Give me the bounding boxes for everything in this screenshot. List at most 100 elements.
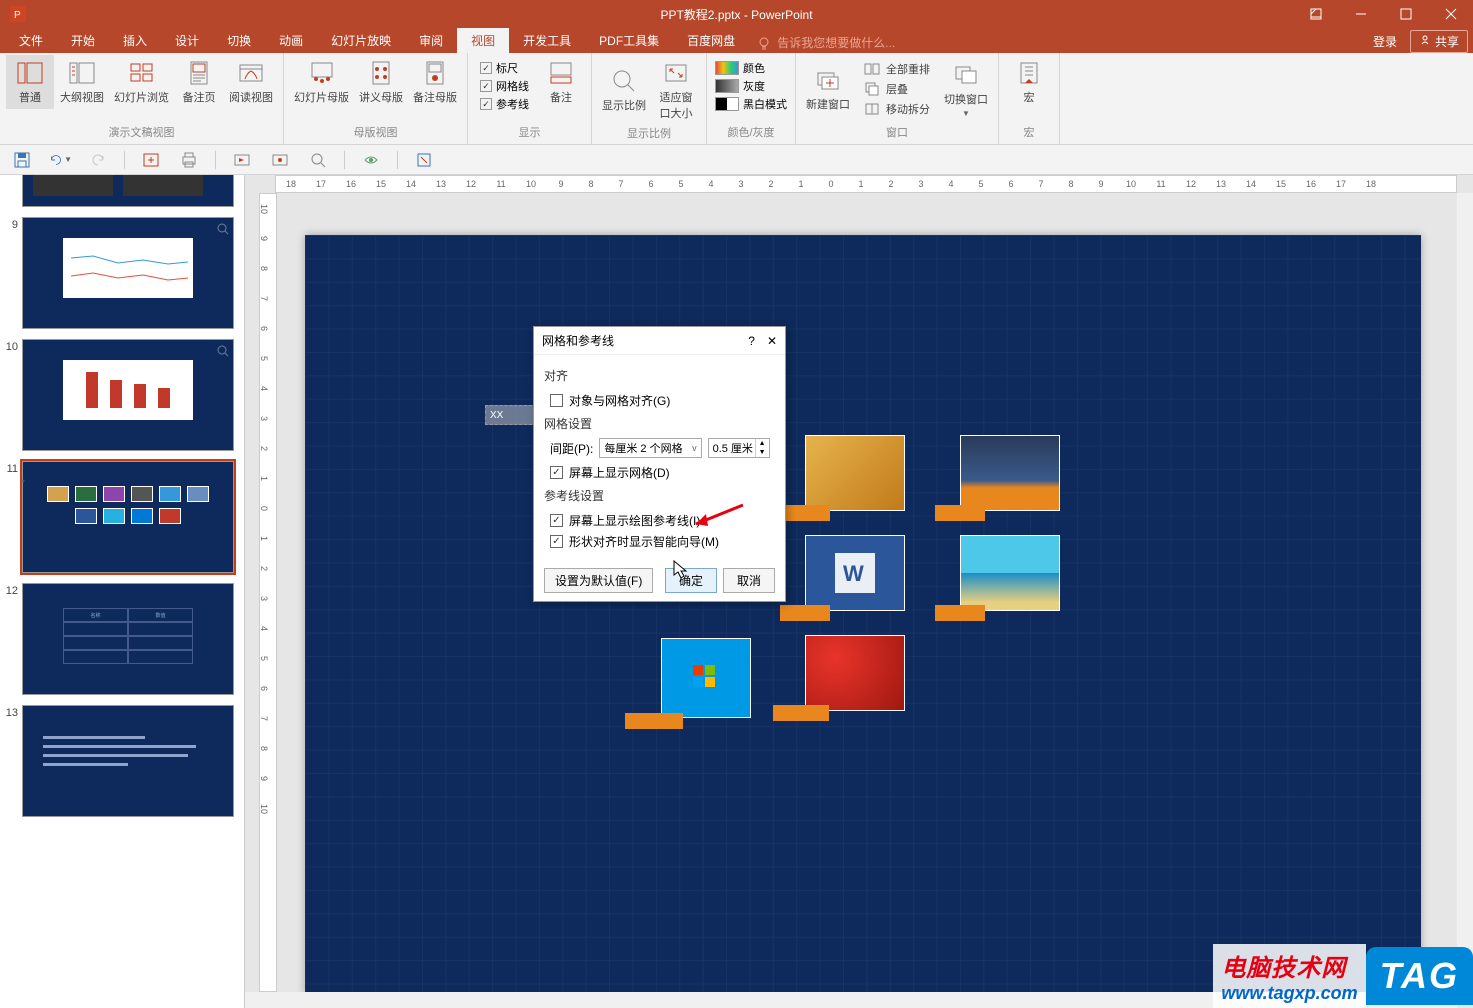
tab-review[interactable]: 审阅	[405, 28, 457, 53]
dialog-titlebar[interactable]: 网格和参考线 ? ✕	[534, 327, 785, 355]
ruler-checkbox[interactable]: ✓标尺	[476, 59, 533, 77]
slide-thumbnail-panel[interactable]: 9 10 11 *	[0, 175, 245, 1008]
notes-page-icon	[185, 59, 213, 87]
undo-button[interactable]: ▼	[48, 148, 72, 172]
tab-transitions[interactable]: 切换	[213, 28, 265, 53]
outline-view-icon	[68, 59, 96, 87]
slide-image-2[interactable]	[960, 435, 1060, 511]
cascade-button[interactable]: 层叠	[858, 79, 936, 99]
slide-image-5[interactable]	[661, 638, 751, 718]
slide-image-1[interactable]	[805, 435, 905, 511]
smart-guides-option[interactable]: ✓ 形状对齐时显示智能向导(M)	[544, 531, 775, 552]
move-split-button[interactable]: 移动拆分	[858, 99, 936, 119]
sorter-view-button[interactable]: 幻灯片浏览	[110, 55, 173, 109]
thumb-chart	[63, 238, 193, 298]
tell-me-search[interactable]: 告诉我您想要做什么...	[749, 32, 903, 53]
cancel-button[interactable]: 取消	[723, 568, 775, 593]
ok-button[interactable]: 确定	[665, 568, 717, 593]
zoom-button[interactable]: 显示比例	[598, 55, 650, 125]
gridlines-checkbox[interactable]: ✓网格线	[476, 77, 533, 95]
qat-separator	[344, 151, 345, 169]
slide-image-6[interactable]	[805, 635, 905, 711]
tab-home[interactable]: 开始	[57, 28, 109, 53]
slide-editor[interactable]: 1817161514131211109876543210123456789101…	[245, 175, 1473, 1008]
tab-file[interactable]: 文件	[5, 28, 57, 53]
ribbon-display-options[interactable]	[1293, 0, 1338, 28]
slide[interactable]: XX W	[305, 235, 1421, 995]
redo-button[interactable]	[86, 148, 110, 172]
vertical-ruler: 10987654321012345678910	[259, 193, 277, 992]
switch-window-icon	[952, 61, 980, 89]
tab-animations[interactable]: 动画	[265, 28, 317, 53]
slide-thumbnail-11[interactable]: 11 *	[4, 461, 240, 573]
vertical-scrollbar[interactable]	[1457, 193, 1473, 992]
spin-up-icon[interactable]: ▲	[756, 439, 769, 448]
fit-window-button[interactable]: 适应窗口大小	[652, 55, 700, 125]
new-window-button[interactable]: 新建窗口	[802, 55, 854, 123]
grid-guides-dialog: 网格和参考线 ? ✕ 对齐 对象与网格对齐(G) 网格设置 间距(P): 每厘米…	[533, 326, 786, 602]
tab-developer[interactable]: 开发工具	[509, 28, 585, 53]
tab-insert[interactable]: 插入	[109, 28, 161, 53]
minimize-button[interactable]	[1338, 0, 1383, 28]
spacing-spinner[interactable]: 0.5 厘米▲▼	[708, 438, 770, 458]
maximize-button[interactable]	[1383, 0, 1428, 28]
horizontal-scrollbar[interactable]	[245, 992, 1457, 1008]
close-button[interactable]	[1428, 0, 1473, 28]
cascade-label: 层叠	[886, 81, 908, 97]
tab-design[interactable]: 设计	[161, 28, 213, 53]
section-align: 对齐	[544, 367, 775, 384]
slide-thumbnail-9[interactable]: 9	[4, 217, 240, 329]
ruler-tick: 16	[1296, 179, 1326, 189]
thumb-table: 名称数值	[63, 608, 193, 664]
qat-new-slide[interactable]	[139, 148, 163, 172]
handout-master-button[interactable]: 讲义母版	[355, 55, 407, 109]
slide-master-button[interactable]: 幻灯片母版	[290, 55, 353, 109]
slide-canvas[interactable]: XX W	[305, 235, 1421, 995]
show-grid-option[interactable]: ✓ 屏幕上显示网格(D)	[544, 462, 775, 483]
ruler-tick: 1	[786, 179, 816, 189]
tab-view[interactable]: 视图	[457, 28, 509, 53]
guides-checkbox[interactable]: ✓参考线	[476, 95, 533, 113]
reading-view-button[interactable]: 阅读视图	[225, 55, 277, 109]
qat-from-beginning[interactable]	[230, 148, 254, 172]
spin-down-icon[interactable]: ▼	[756, 448, 769, 457]
slide-thumbnail-10[interactable]: 10	[4, 339, 240, 451]
outline-view-button[interactable]: 大纲视图	[56, 55, 108, 109]
spacing-select[interactable]: 每厘米 2 个网格	[599, 438, 701, 458]
color-button[interactable]: 颜色	[715, 59, 787, 77]
spinner-buttons[interactable]: ▲▼	[755, 439, 769, 457]
set-default-button[interactable]: 设置为默认值(F)	[544, 568, 653, 593]
dialog-close-button[interactable]: ✕	[767, 334, 777, 348]
notes-master-button[interactable]: 备注母版	[409, 55, 461, 109]
switch-window-button[interactable]: 切换窗口 ▼	[940, 55, 992, 123]
share-button[interactable]: 共享	[1410, 30, 1468, 53]
save-button[interactable]	[10, 148, 34, 172]
ruler-label: 标尺	[496, 60, 518, 76]
qat-misc-1[interactable]	[359, 148, 383, 172]
arrange-all-button[interactable]: 全部重排	[858, 59, 936, 79]
slide-image-4[interactable]	[960, 535, 1060, 611]
qat-zoom[interactable]	[306, 148, 330, 172]
thumb-number: 13	[4, 705, 22, 817]
macros-button[interactable]: 宏	[1005, 55, 1053, 109]
tab-baidu[interactable]: 百度网盘	[673, 28, 749, 53]
dialog-help-button[interactable]: ?	[748, 334, 755, 348]
tab-slideshow[interactable]: 幻灯片放映	[317, 28, 405, 53]
show-guides-option[interactable]: ✓ 屏幕上显示绘图参考线(I)	[544, 510, 775, 531]
slide-thumbnail-13[interactable]: 13	[4, 705, 240, 817]
tab-pdf[interactable]: PDF工具集	[585, 28, 673, 53]
notes-page-button[interactable]: 备注页	[175, 55, 223, 109]
signin-link[interactable]: 登录	[1365, 31, 1405, 52]
qat-from-current[interactable]	[268, 148, 292, 172]
snap-to-grid-option[interactable]: 对象与网格对齐(G)	[544, 390, 775, 411]
slide-image-3[interactable]: W	[805, 535, 905, 611]
bw-button[interactable]: 黑白模式	[715, 95, 787, 113]
notes-toggle-button[interactable]: 备注	[537, 55, 585, 109]
slide-thumbnail-8[interactable]	[4, 175, 240, 207]
qat-print[interactable]	[177, 148, 201, 172]
qat-misc-2[interactable]	[412, 148, 436, 172]
grayscale-button[interactable]: 灰度	[715, 77, 787, 95]
slide-thumbnail-12[interactable]: 12 名称数值	[4, 583, 240, 695]
new-window-label: 新建窗口	[806, 96, 850, 112]
normal-view-button[interactable]: 普通	[6, 55, 54, 109]
